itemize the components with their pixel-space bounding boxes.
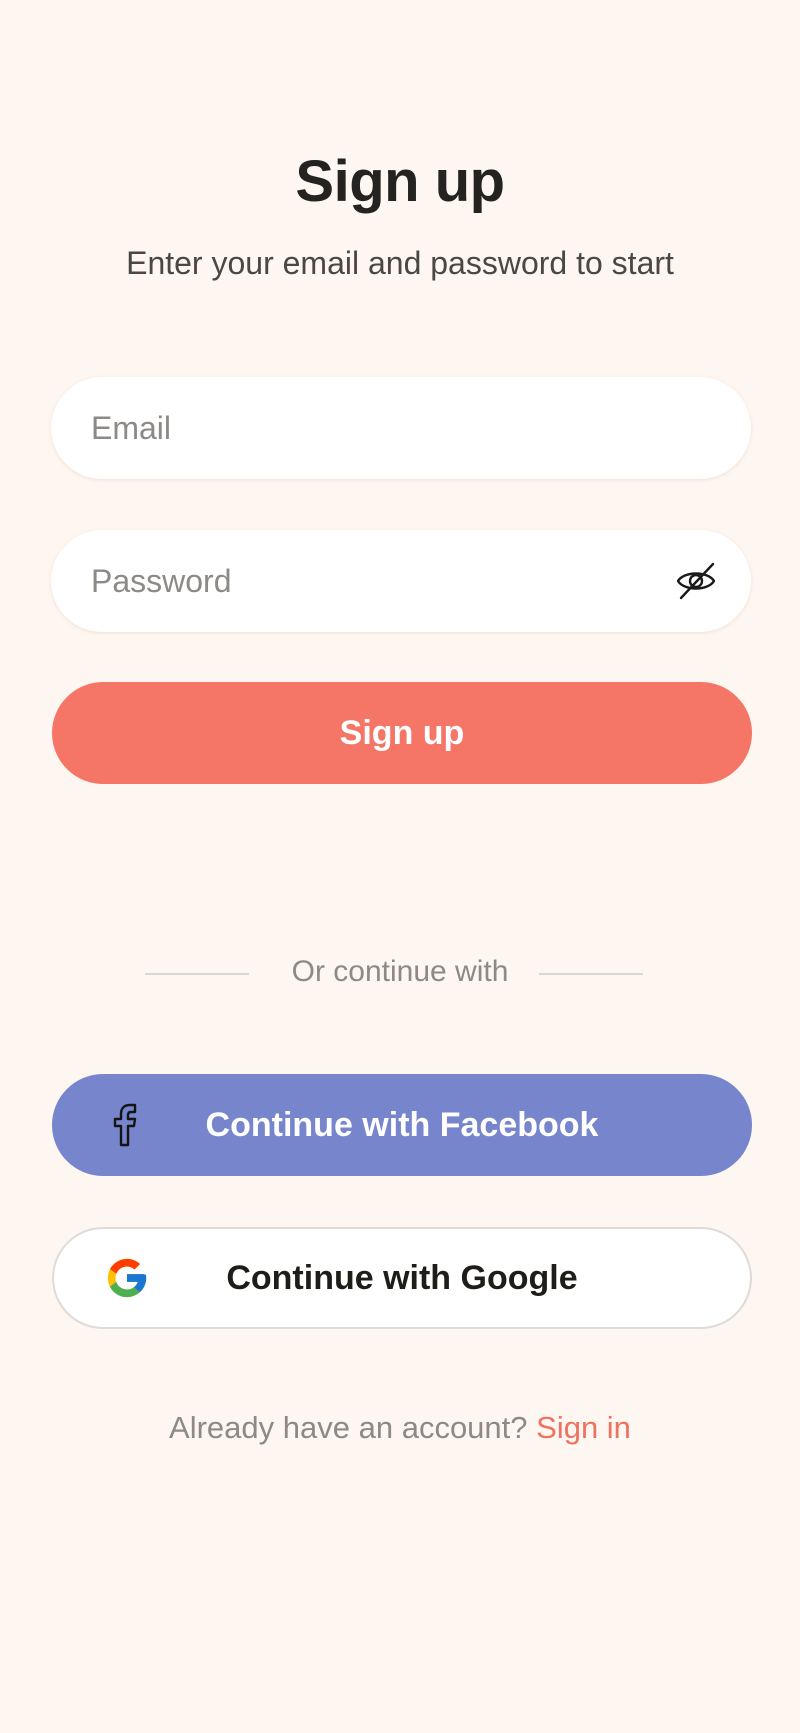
page-title: Sign up bbox=[295, 149, 505, 214]
sign-in-link[interactable]: Sign in bbox=[536, 1410, 631, 1445]
signup-screen: Sign up Enter your email and password to… bbox=[0, 0, 800, 1733]
google-button-label: Continue with Google bbox=[226, 1258, 578, 1297]
divider-label: Or continue with bbox=[291, 955, 509, 988]
email-field[interactable] bbox=[91, 377, 711, 479]
divider-line-right bbox=[539, 973, 643, 975]
password-field[interactable] bbox=[91, 530, 673, 632]
page-subtitle: Enter your email and password to start bbox=[126, 245, 674, 281]
sign-up-button-label: Sign up bbox=[339, 713, 465, 752]
social-divider: Or continue with bbox=[0, 955, 800, 995]
sign-in-prompt-text: Already have an account? bbox=[169, 1410, 528, 1445]
sign-in-prompt: Already have an account? Sign in bbox=[0, 1410, 800, 1446]
facebook-icon bbox=[102, 1102, 148, 1148]
facebook-button-label: Continue with Facebook bbox=[205, 1105, 599, 1144]
password-visibility-toggle[interactable] bbox=[673, 558, 719, 604]
sign-up-button[interactable]: Sign up bbox=[52, 682, 752, 784]
continue-with-facebook-button[interactable]: Continue with Facebook bbox=[52, 1074, 752, 1176]
google-icon bbox=[104, 1255, 150, 1301]
eye-off-icon bbox=[676, 562, 716, 600]
password-field-container bbox=[51, 530, 751, 632]
email-field-container bbox=[51, 377, 751, 479]
continue-with-google-button[interactable]: Continue with Google bbox=[52, 1227, 752, 1329]
